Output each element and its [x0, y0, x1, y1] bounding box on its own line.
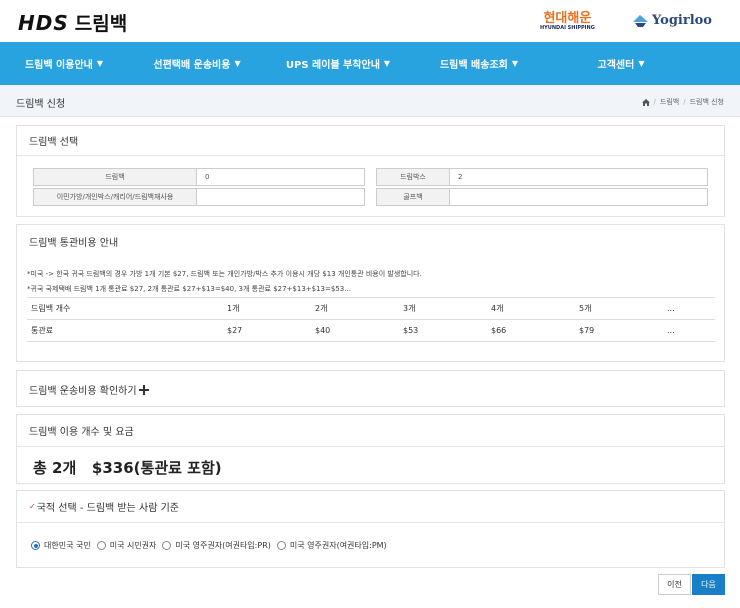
table-header: 2개: [311, 297, 399, 320]
table-header: 5개: [575, 297, 663, 320]
chevron-down-icon: ▼: [96, 59, 104, 68]
table-cell: 통관료: [27, 319, 223, 342]
hyundai-shipping-logo[interactable]: 현대해운 HYUNDAI SHIPPING: [540, 12, 595, 31]
radio-button[interactable]: [162, 541, 172, 550]
radio-korean-citizen[interactable]: 대한민국 국민: [31, 540, 91, 551]
main-nav: 드림백 이용안내 ▼ 선편택배 운송비용 ▼ UPS 레이블 부착안내 ▼ 드림백 배…: [0, 42, 740, 85]
table-header: 드림백 개수: [27, 297, 223, 320]
hds-logo-text: HDS: [18, 11, 69, 35]
total-fee-text: 총 2개 $336(통관료 포함): [33, 459, 222, 477]
radio-us-permanent-pm[interactable]: 미국 영주권자(여권타입:PM): [276, 540, 387, 551]
yogirloo-text: Yogirloo: [652, 13, 712, 28]
shipping-cost-check-label: 드림백 운송비용 확인하기: [29, 386, 137, 397]
breadcrumb-item[interactable]: 드림백: [660, 97, 679, 107]
plus-icon: [138, 384, 149, 395]
dreambag-select-panel: 드림백 선택 드림백 0 드림박스 2 이민가방/개인박스/캐리어/드림백재사용…: [16, 125, 725, 217]
nationality-radio-group: 대한민국 국민 미국 시민권자 미국 영주권자(여권타입:PR) 미국 영주권자…: [31, 540, 393, 551]
customs-note: *귀국 국제택배 드림백 1개 통관료 $27, 2개 통관료 $27+$13=…: [27, 285, 351, 293]
nav-item-label: UPS 레이블 부착안내: [285, 60, 380, 71]
page-title-bar: 드림백 신청 / 드림백 / 드림백 신청: [0, 85, 740, 117]
chevron-down-icon: ▼: [383, 59, 391, 68]
yogirloo-emblem-icon: [633, 15, 648, 27]
usage-fee-panel: 드림백 이용 개수 및 요금 총 2개 $336(통관료 포함): [16, 414, 725, 484]
nav-item-usage-guide[interactable]: 드림백 이용안내 ▼: [0, 42, 128, 85]
field-personal-bag: 이민가방/개인박스/캐리어/드림백재사용: [33, 188, 365, 206]
nav-item-tracking[interactable]: 드림백 배송조회 ▼: [410, 42, 548, 85]
field-dreambox: 드림박스 2: [376, 168, 708, 186]
yogirloo-logo[interactable]: Yogirloo: [632, 13, 712, 28]
breadcrumb-separator: /: [653, 98, 656, 106]
radio-label: 미국 시민권자: [109, 541, 157, 550]
nationality-panel: ✓ 국적 선택 - 드림백 받는 사람 기준 대한민국 국민 미국 시민권자 미…: [16, 490, 725, 568]
breadcrumb-item-current: 드림백 신청: [689, 98, 724, 106]
dreambag-count-input[interactable]: 0: [197, 168, 365, 186]
field-label: 드림박스: [376, 168, 450, 186]
home-icon[interactable]: [641, 98, 650, 106]
header: HDS 드림백 현대해운 HYUNDAI SHIPPING Yogirloo: [0, 0, 740, 42]
breadcrumb: / 드림백 / 드림백 신청: [641, 97, 724, 107]
shipping-cost-check-panel[interactable]: 드림백 운송비용 확인하기: [16, 370, 725, 407]
radio-us-permanent-pr[interactable]: 미국 영주권자(여권타입:PR): [162, 540, 271, 551]
field-label: 골프백: [376, 188, 450, 206]
field-dreambag: 드림백 0: [33, 168, 365, 186]
nav-item-label: 드림백 배송조회: [439, 60, 508, 71]
table-row: 통관료 $27 $40 $53 $66 $79 ...: [27, 319, 715, 342]
radio-label: 미국 영주권자(여권타입:PR): [175, 541, 271, 550]
table-header: 1개: [223, 297, 311, 320]
panel-title: 국적 선택 - 드림백 받는 사람 기준: [36, 503, 179, 514]
nav-item-ups-label[interactable]: UPS 레이블 부착안내 ▼: [266, 42, 410, 85]
shipping-cost-check-toggle[interactable]: 드림백 운송비용 확인하기: [17, 371, 724, 408]
hyundai-logo-korean: 현대해운: [543, 11, 592, 26]
nav-item-customer-center[interactable]: 고객센터 ▼: [548, 42, 694, 85]
panel-title: 드림백 통관비용 안내: [29, 237, 119, 249]
table-cell: $53: [399, 319, 487, 342]
radio-button[interactable]: [276, 541, 286, 550]
chevron-down-icon: ▼: [638, 59, 645, 68]
brand-logo[interactable]: HDS 드림백: [18, 9, 127, 36]
table-header: 4개: [487, 297, 575, 320]
next-button[interactable]: 다음: [692, 574, 725, 595]
table-cell: ...: [663, 319, 715, 342]
radio-label: 미국 영주권자(여권타입:PM): [289, 541, 387, 550]
dreambox-count-input[interactable]: 2: [450, 168, 708, 186]
breadcrumb-separator: /: [683, 98, 686, 106]
field-label: 드림백: [33, 168, 197, 186]
golf-bag-count-input[interactable]: [450, 188, 708, 206]
prev-button[interactable]: 이전: [658, 574, 691, 595]
radio-us-citizen[interactable]: 미국 시민권자: [96, 540, 157, 551]
table-header: ...: [663, 297, 715, 320]
radio-button[interactable]: [96, 541, 106, 550]
radio-label: 대한민국 국민: [44, 541, 91, 550]
table-header: 3개: [399, 297, 487, 320]
nav-item-label: 드림백 이용안내: [24, 60, 93, 71]
field-golf-bag: 골프백: [376, 188, 708, 206]
panel-title-row: ✓ 국적 선택 - 드림백 받는 사람 기준: [17, 491, 724, 523]
nav-item-label: 고객센터: [597, 60, 635, 71]
panel-title: 드림백 이용 개수 및 요금: [17, 415, 724, 447]
panel-title: 드림백 선택: [17, 126, 724, 156]
table-header-row: 드림백 개수 1개 2개 3개 4개 5개 ...: [27, 297, 715, 320]
field-label: 이민가방/개인박스/캐리어/드림백재사용: [33, 188, 197, 206]
customs-note: *미국 -> 한국 귀국 드림백의 경우 가방 1개 기본 $27, 드림백 또…: [27, 270, 422, 278]
chevron-down-icon: ▼: [234, 59, 241, 68]
check-icon: ✓: [29, 502, 36, 511]
customs-fee-panel: 드림백 통관비용 안내 *미국 -> 한국 귀국 드림백의 경우 가방 1개 기…: [16, 224, 725, 362]
customs-fee-table: 드림백 개수 1개 2개 3개 4개 5개 ... 통관료 $27 $40 $5…: [27, 297, 715, 342]
nav-item-shipping-cost[interactable]: 선편택배 운송비용 ▼: [128, 42, 266, 85]
customs-notes: *미국 -> 한국 귀국 드림백의 경우 가방 1개 기본 $27, 드림백 또…: [27, 267, 422, 297]
table-cell: $40: [311, 319, 399, 342]
radio-button-selected[interactable]: [31, 541, 40, 550]
brand-name: 드림백: [74, 13, 128, 35]
hyundai-logo-english: HYUNDAI SHIPPING: [540, 25, 595, 31]
chevron-down-icon: ▼: [511, 59, 519, 68]
table-cell: $79: [575, 319, 663, 342]
table-cell: $66: [487, 319, 575, 342]
personal-bag-count-input[interactable]: [197, 188, 365, 206]
nav-item-label: 선편택배 운송비용: [153, 60, 231, 71]
page-title: 드림백 신청: [16, 99, 66, 110]
table-cell: $27: [223, 319, 311, 342]
